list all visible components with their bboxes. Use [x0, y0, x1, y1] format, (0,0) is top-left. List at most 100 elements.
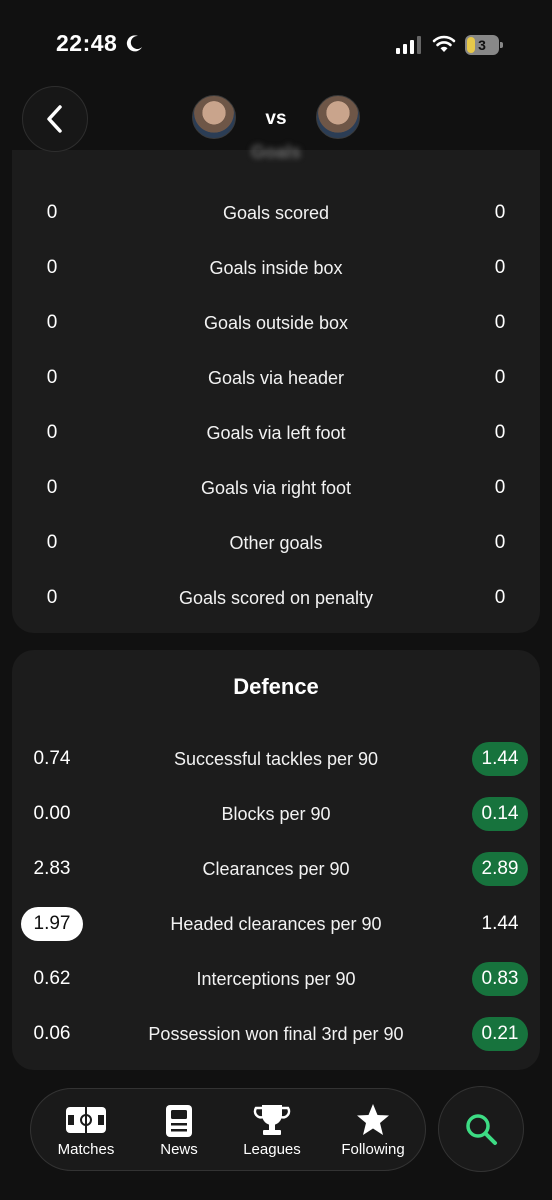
player-two-cell: 1.44	[452, 739, 548, 779]
stat-row-other-goals: 0 Other goals 0	[12, 523, 540, 563]
back-button[interactable]	[22, 86, 88, 152]
stat-label: Headed clearances per 90	[170, 914, 382, 934]
stat-row-successful-tackles: 0.74 Successful tackles per 90 1.44	[12, 739, 540, 779]
defence-section-title: Defence	[233, 674, 319, 699]
player-two-value-highlight: 0.83	[471, 962, 529, 996]
stat-row-goals-outside-box: 0 Goals outside box 0	[12, 303, 540, 343]
stat-row-headed-clearances: 1.97 Headed clearances per 90 1.44	[12, 904, 540, 944]
nav-label-leagues: Leagues	[243, 1141, 301, 1158]
stat-row-goals-inside-box: 0 Goals inside box 0	[12, 248, 540, 288]
stat-label: Interceptions per 90	[196, 969, 356, 989]
signal-icon	[396, 36, 421, 54]
search-icon	[466, 1114, 497, 1145]
stat-label: Clearances per 90	[202, 859, 350, 879]
nav-item-following[interactable]: Following	[325, 1089, 421, 1172]
stat-row-possession-won-final-third: 0.06 Possession won final 3rd per 90 0.2…	[12, 1014, 540, 1054]
battery-level: 3	[478, 37, 486, 53]
battery-indicator: 3	[465, 35, 503, 55]
player-two-value: 0	[494, 532, 506, 553]
bottom-nav-bar: Matches News Leagues Following	[30, 1088, 426, 1171]
nav-label-following: Following	[341, 1141, 405, 1158]
versus-label: vs	[265, 108, 287, 129]
nav-label-news: News	[160, 1141, 198, 1158]
trophy-icon	[253, 1105, 291, 1135]
pitch-icon	[66, 1107, 106, 1133]
player-two-value: 1.44	[481, 913, 519, 934]
stat-label: Goals via right foot	[200, 478, 352, 498]
player-one-cell: 0.00	[12, 794, 92, 834]
nav-item-matches[interactable]: Matches	[41, 1089, 131, 1172]
player-two-value: 0	[494, 202, 506, 223]
status-bar: 22:48 3	[0, 0, 552, 90]
player-two-value-highlight: 2.89	[471, 852, 529, 886]
battery-tip	[500, 42, 503, 48]
player-two-value-highlight: 1.44	[471, 742, 529, 776]
stat-row-clearances: 2.83 Clearances per 90 2.89	[12, 849, 540, 889]
player-one-avatar[interactable]	[192, 95, 236, 139]
player-one-value: 2.83	[33, 858, 71, 879]
player-two-value: 0	[494, 477, 506, 498]
player-one-value: 0	[46, 367, 58, 388]
nav-item-news[interactable]: News	[139, 1089, 219, 1172]
stat-label: Blocks per 90	[221, 804, 331, 824]
defence-section: Defence 0.74 Successful tackles per 90 1…	[12, 650, 540, 1070]
player-one-value: 0	[46, 532, 58, 553]
player-two-value: 0	[494, 587, 506, 608]
status-time: 22:48	[56, 30, 118, 56]
player-comparison-screen: 22:48 3 vs Goals 0 Goals scored 0 0 Goal…	[0, 0, 552, 1200]
player-one-value: 0.00	[33, 803, 71, 824]
player-one-cell: 0.74	[12, 739, 92, 779]
stat-label: Goals scored	[222, 203, 330, 223]
player-two-value: 0	[494, 257, 506, 278]
stat-row-goals-via-header: 0 Goals via header 0	[12, 358, 540, 398]
player-two-cell: 1.44	[452, 904, 548, 944]
stat-row-goals-scored: 0 Goals scored 0	[12, 193, 540, 233]
stat-row-blocks: 0.00 Blocks per 90 0.14	[12, 794, 540, 834]
player-one-value-highlight: 1.97	[20, 907, 84, 941]
player-one-value: 0	[46, 587, 58, 608]
player-two-value: 0	[494, 422, 506, 443]
news-icon	[166, 1105, 192, 1137]
player-one-value: 0	[46, 257, 58, 278]
player-one-value: 0	[46, 312, 58, 333]
player-one-value: 0.74	[33, 748, 71, 769]
goals-section: Goals 0 Goals scored 0 0 Goals inside bo…	[12, 142, 540, 633]
player-one-value: 0.62	[33, 968, 71, 989]
stat-label: Goals inside box	[209, 258, 343, 278]
player-two-value-highlight: 0.21	[471, 1017, 529, 1051]
goals-section-title: Goals	[250, 142, 302, 162]
player-two-value-highlight: 0.14	[471, 797, 529, 831]
player-one-value: 0	[46, 422, 58, 443]
player-two-cell: 0.14	[452, 794, 548, 834]
stat-row-goals-via-right-foot: 0 Goals via right foot 0	[12, 468, 540, 508]
stat-label: Possession won final 3rd per 90	[148, 1024, 404, 1044]
nav-label-matches: Matches	[57, 1141, 115, 1158]
stat-label: Goals via left foot	[206, 423, 346, 443]
stat-label: Successful tackles per 90	[173, 749, 379, 769]
player-one-cell: 2.83	[12, 849, 92, 889]
stat-label: Other goals	[229, 533, 323, 553]
player-two-avatar[interactable]	[316, 95, 360, 139]
nav-item-leagues[interactable]: Leagues	[227, 1089, 317, 1172]
player-two-cell: 2.89	[452, 849, 548, 889]
player-two-cell: 0.21	[452, 1014, 548, 1054]
stat-label: Goals outside box	[203, 313, 349, 333]
search-button[interactable]	[438, 1086, 524, 1172]
chevron-left-icon	[47, 105, 62, 133]
player-one-cell: 1.97	[12, 904, 92, 944]
player-two-value: 0	[494, 367, 506, 388]
stat-row-interceptions: 0.62 Interceptions per 90 0.83	[12, 959, 540, 999]
player-one-cell: 0.06	[12, 1014, 92, 1054]
wifi-icon	[432, 35, 456, 52]
player-two-cell: 0.83	[452, 959, 548, 999]
stat-label: Goals via header	[207, 368, 345, 388]
moon-icon	[126, 35, 142, 52]
stat-label: Goals scored on penalty	[178, 588, 374, 608]
player-one-value: 0	[46, 202, 58, 223]
player-one-value: 0	[46, 477, 58, 498]
stat-row-goals-on-penalty: 0 Goals scored on penalty 0	[12, 578, 540, 618]
stat-row-goals-via-left-foot: 0 Goals via left foot 0	[12, 413, 540, 453]
player-two-value: 0	[494, 312, 506, 333]
player-one-value: 0.06	[33, 1023, 71, 1044]
player-one-cell: 0.62	[12, 959, 92, 999]
